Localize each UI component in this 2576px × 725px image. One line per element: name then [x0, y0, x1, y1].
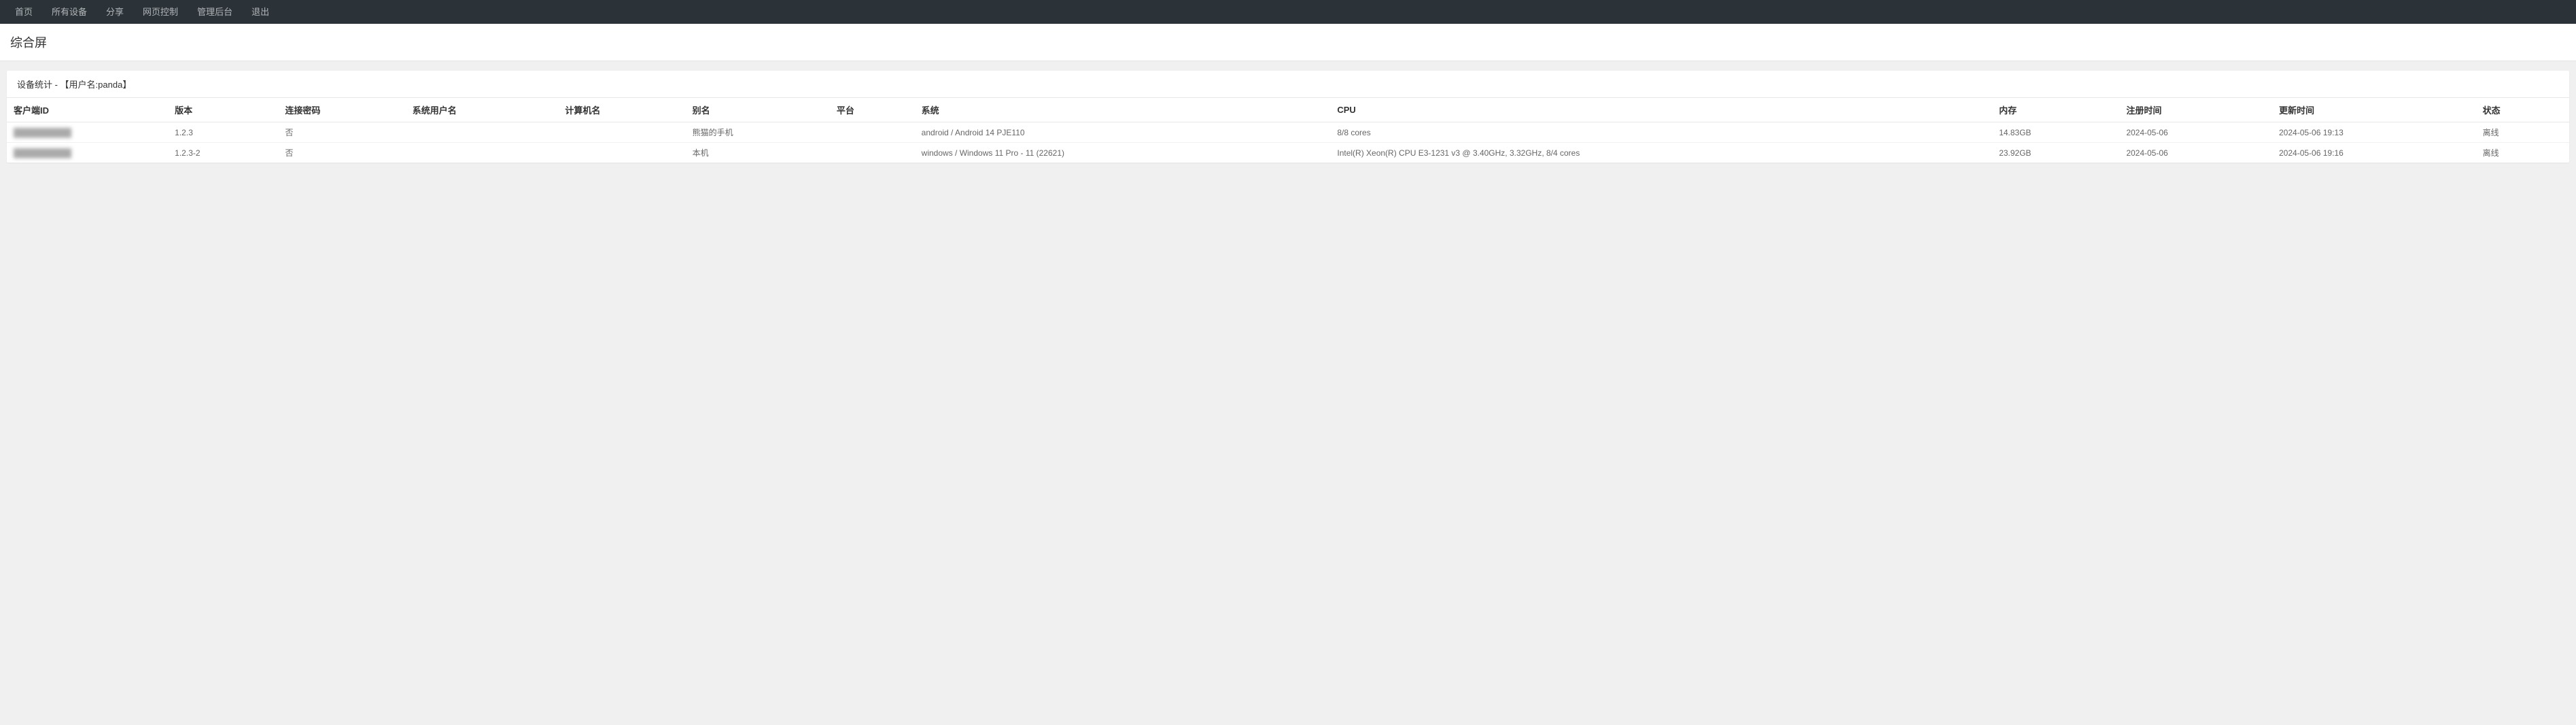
- cell-client-id: ██████████: [7, 143, 168, 163]
- th-conn-password: 连接密码: [278, 98, 405, 122]
- th-alias: 别名: [686, 98, 830, 122]
- cell-conn-password: 否: [278, 143, 405, 163]
- page-header: 综合屏: [0, 24, 2576, 61]
- cell-system: android / Android 14 PJE110: [915, 122, 1331, 143]
- cell-sys-user: [406, 122, 559, 143]
- nav-home[interactable]: 首页: [5, 0, 42, 24]
- table-header-row: 客户端ID 版本 连接密码 系统用户名 计算机名 别名 平台 系统 CPU 内存…: [7, 98, 2569, 122]
- cell-client-id: ██████████: [7, 122, 168, 143]
- page-title: 综合屏: [10, 33, 2566, 51]
- nav-logout[interactable]: 退出: [242, 0, 279, 24]
- nav-admin[interactable]: 管理后台: [188, 0, 242, 24]
- cell-alias: 本机: [686, 143, 830, 163]
- th-status: 状态: [2476, 98, 2569, 122]
- cell-conn-password: 否: [278, 122, 405, 143]
- th-client-id: 客户端ID: [7, 98, 168, 122]
- cell-version: 1.2.3-2: [168, 143, 278, 163]
- top-navbar: 首页 所有设备 分享 网页控制 管理后台 退出: [0, 0, 2576, 24]
- cell-computer-name: [558, 143, 685, 163]
- cell-update-time: 2024-05-06 19:16: [2272, 143, 2476, 163]
- cell-platform: [830, 122, 915, 143]
- cell-sys-user: [406, 143, 559, 163]
- th-platform: 平台: [830, 98, 915, 122]
- nav-share[interactable]: 分享: [97, 0, 133, 24]
- device-table: 客户端ID 版本 连接密码 系统用户名 计算机名 别名 平台 系统 CPU 内存…: [7, 97, 2569, 163]
- table-row: ██████████ 1.2.3-2 否 本机 windows / Window…: [7, 143, 2569, 163]
- cell-memory: 14.83GB: [1992, 122, 2119, 143]
- content-wrap: 设备统计 - 【用户名:panda】 客户端ID 版本: [0, 61, 2576, 172]
- cell-cpu: 8/8 cores: [1330, 122, 1992, 143]
- table-row: ██████████ 1.2.3 否 熊猫的手机 android / Andro…: [7, 122, 2569, 143]
- nav-web-control[interactable]: 网页控制: [133, 0, 188, 24]
- th-update-time: 更新时间: [2272, 98, 2476, 122]
- cell-computer-name: [558, 122, 685, 143]
- cell-cpu: Intel(R) Xeon(R) CPU E3-1231 v3 @ 3.40GH…: [1330, 143, 1992, 163]
- th-version: 版本: [168, 98, 278, 122]
- cell-reg-time: 2024-05-06: [2119, 143, 2272, 163]
- nav-all-devices[interactable]: 所有设备: [42, 0, 97, 24]
- cell-reg-time: 2024-05-06: [2119, 122, 2272, 143]
- cell-status: 离线: [2476, 122, 2569, 143]
- panel-title: 设备统计 - 【用户名:panda】: [7, 71, 2569, 97]
- th-system: 系统: [915, 98, 1331, 122]
- cell-platform: [830, 143, 915, 163]
- th-cpu: CPU: [1330, 98, 1992, 122]
- th-sys-user: 系统用户名: [406, 98, 559, 122]
- cell-version: 1.2.3: [168, 122, 278, 143]
- th-memory: 内存: [1992, 98, 2119, 122]
- cell-memory: 23.92GB: [1992, 143, 2119, 163]
- cell-alias: 熊猫的手机: [686, 122, 830, 143]
- cell-status: 离线: [2476, 143, 2569, 163]
- cell-system: windows / Windows 11 Pro - 11 (22621): [915, 143, 1331, 163]
- device-stats-panel: 设备统计 - 【用户名:panda】 客户端ID 版本: [7, 71, 2569, 163]
- cell-update-time: 2024-05-06 19:13: [2272, 122, 2476, 143]
- th-reg-time: 注册时间: [2119, 98, 2272, 122]
- th-computer-name: 计算机名: [558, 98, 685, 122]
